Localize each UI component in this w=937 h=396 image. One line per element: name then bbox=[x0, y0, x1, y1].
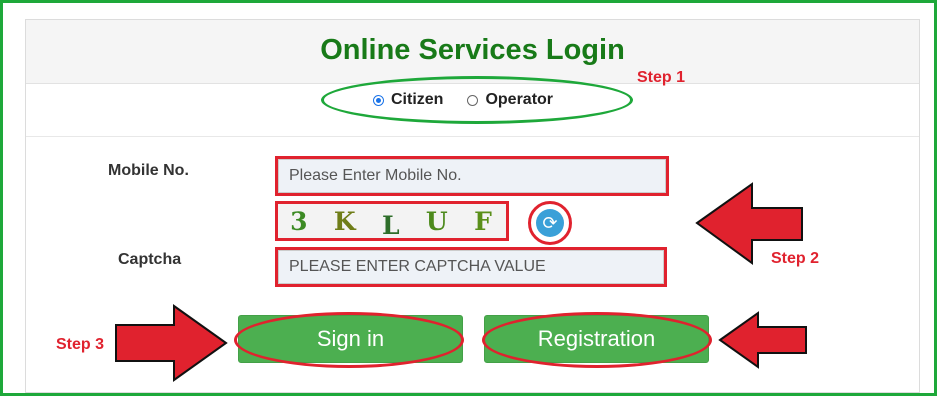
right-arrow-icon bbox=[718, 311, 807, 369]
right-arrow-icon bbox=[695, 182, 803, 265]
annotation-arrows bbox=[115, 182, 807, 382]
right-arrow-icon bbox=[115, 304, 228, 382]
